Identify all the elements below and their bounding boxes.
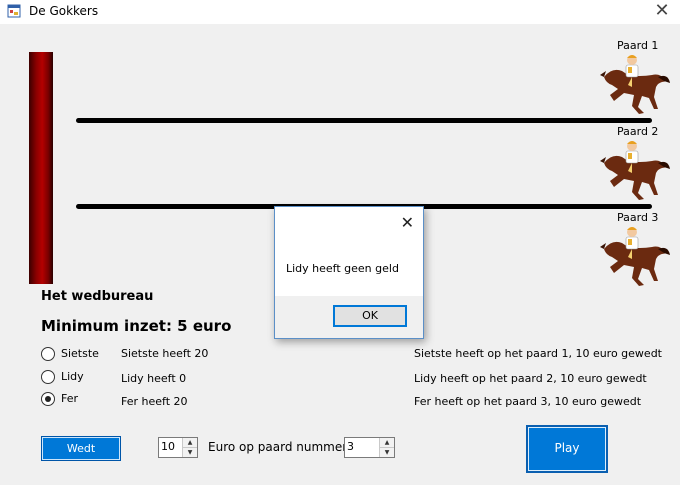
play-button[interactable]: Play bbox=[526, 425, 608, 473]
radio-label-fer[interactable]: Fer bbox=[61, 392, 78, 405]
horse-number-stepper[interactable]: 3 ▲ ▼ bbox=[344, 437, 395, 458]
bet-sietste: Sietste heeft op het paard 1, 10 euro ge… bbox=[414, 347, 662, 360]
chevron-down-icon[interactable]: ▼ bbox=[183, 448, 197, 457]
horse-number-value[interactable]: 3 bbox=[347, 440, 354, 453]
title-bar: De Gokkers ✕ bbox=[0, 0, 680, 24]
horse-number-arrows: ▲ ▼ bbox=[379, 438, 394, 457]
message-dialog: ✕ Lidy heeft geen geld OK bbox=[274, 206, 424, 339]
racehorse-jockey-icon[interactable] bbox=[598, 51, 670, 121]
close-icon[interactable]: ✕ bbox=[650, 1, 674, 23]
close-icon[interactable]: ✕ bbox=[401, 213, 414, 232]
chevron-up-icon[interactable]: ▲ bbox=[380, 438, 394, 448]
finish-line bbox=[29, 52, 53, 284]
horse-number-label: Euro op paard nummer: bbox=[208, 440, 352, 454]
balance-sietste: Sietste heeft 20 bbox=[121, 347, 209, 360]
lane-divider bbox=[76, 118, 652, 123]
window-title: De Gokkers bbox=[29, 4, 99, 18]
betting-heading: Het wedbureau bbox=[41, 289, 154, 304]
bet-amount-value[interactable]: 10 bbox=[161, 440, 175, 453]
bet-amount-arrows: ▲ ▼ bbox=[182, 438, 197, 457]
dialog-message: Lidy heeft geen geld bbox=[286, 262, 399, 275]
radio-label-sietste[interactable]: Sietste bbox=[61, 347, 99, 360]
racehorse-jockey-icon[interactable] bbox=[598, 223, 670, 293]
ok-button[interactable]: OK bbox=[333, 305, 407, 327]
dialog-footer: OK bbox=[275, 296, 423, 338]
main-window: De Gokkers ✕ Paard 1 Paard 2 Paard 3 Het… bbox=[0, 0, 680, 485]
racehorse-jockey-icon[interactable] bbox=[598, 137, 670, 207]
bet-lidy: Lidy heeft op het paard 2, 10 euro gewed… bbox=[414, 372, 647, 385]
bet-fer: Fer heeft op het paard 3, 10 euro gewedt bbox=[414, 395, 642, 408]
chevron-down-icon[interactable]: ▼ bbox=[380, 448, 394, 457]
balance-lidy: Lidy heeft 0 bbox=[121, 372, 187, 385]
chevron-up-icon[interactable]: ▲ bbox=[183, 438, 197, 448]
wedt-button[interactable]: Wedt bbox=[41, 436, 121, 461]
radio-player-lidy[interactable] bbox=[41, 370, 55, 384]
radio-player-sietste[interactable] bbox=[41, 347, 55, 361]
bet-amount-stepper[interactable]: 10 ▲ ▼ bbox=[158, 437, 198, 458]
radio-player-fer[interactable] bbox=[41, 392, 55, 406]
app-window-icon bbox=[7, 4, 21, 18]
radio-label-lidy[interactable]: Lidy bbox=[61, 370, 84, 383]
balance-fer: Fer heeft 20 bbox=[121, 395, 188, 408]
minimum-bet-label: Minimum inzet: 5 euro bbox=[41, 317, 232, 335]
